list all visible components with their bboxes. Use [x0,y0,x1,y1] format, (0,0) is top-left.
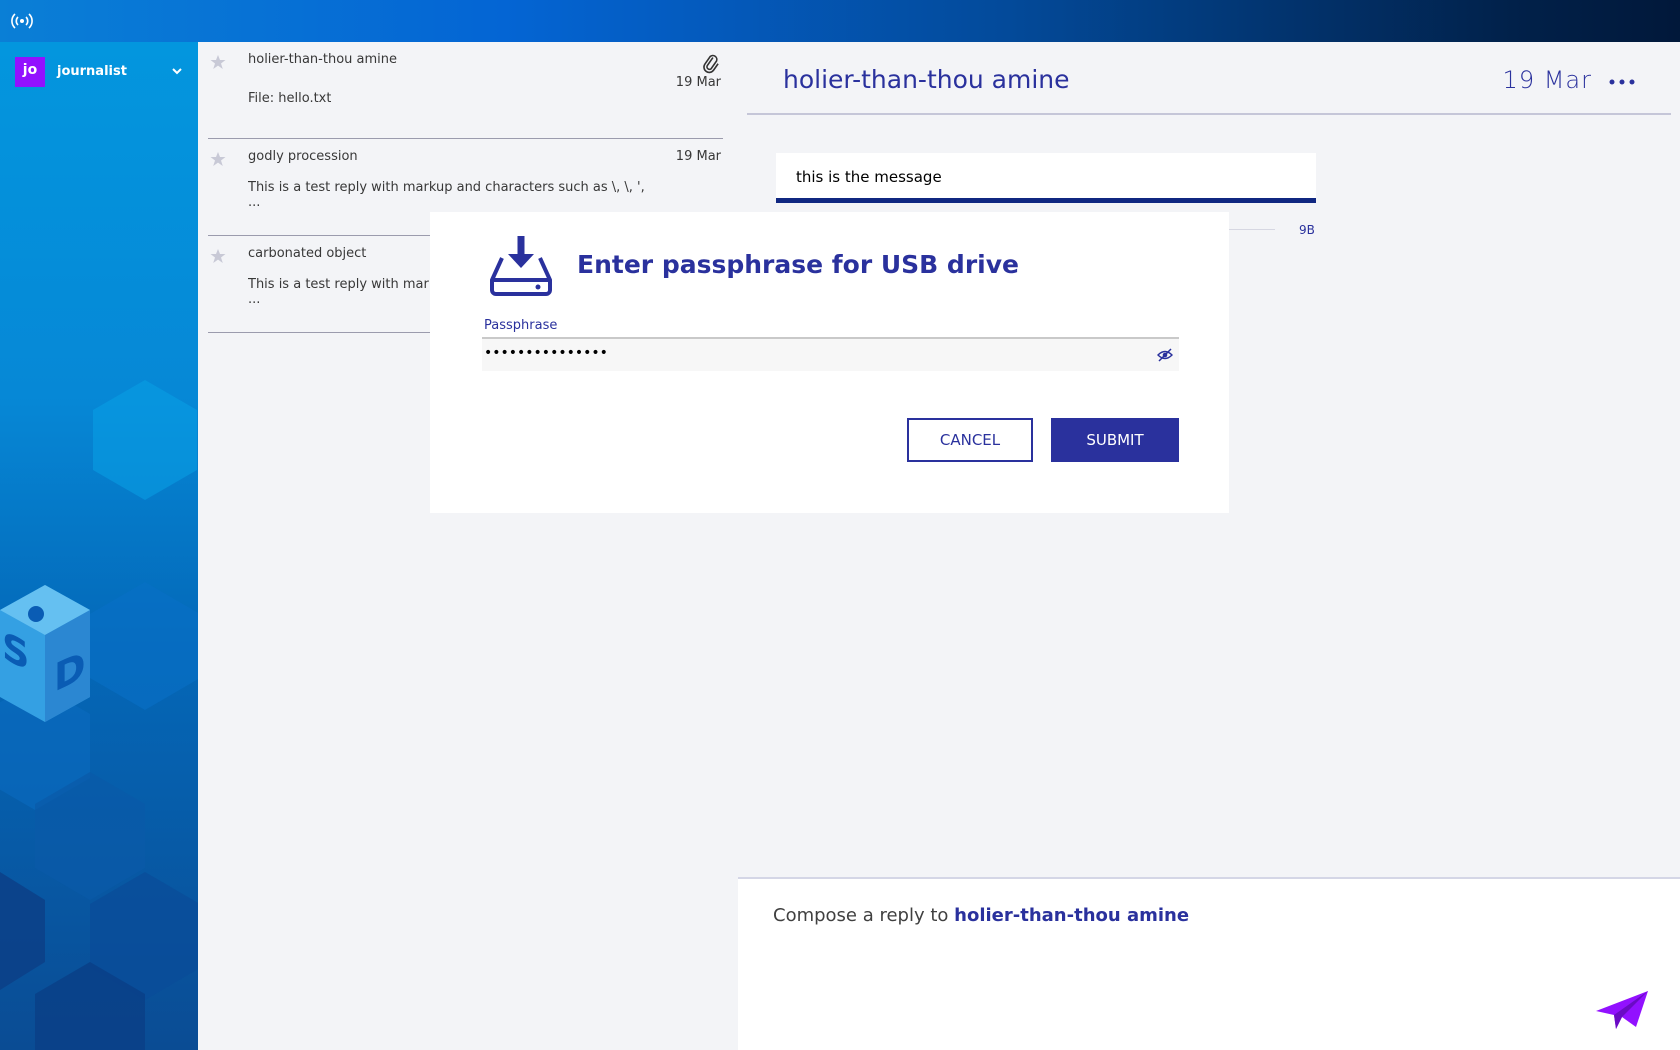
submit-button[interactable]: SUBMIT [1051,418,1179,462]
reply-box[interactable]: Compose a reply to holier-than-thou amin… [738,877,1680,1050]
divider [747,113,1671,115]
source-preview: File: hello.txt [248,91,332,106]
source-item[interactable]: carbonated object This is a test reply w… [208,236,430,333]
hexagon-background: D S [0,380,198,1050]
source-list: holier-than-thou amine 19 Mar File: hell… [198,42,735,1050]
eye-slash-icon[interactable] [1157,347,1173,363]
username: journalist [57,64,127,79]
file-divider [1225,229,1275,230]
more-options-icon[interactable] [1608,78,1636,86]
top-bar [0,0,1680,42]
source-name: holier-than-thou amine [248,52,397,67]
source-preview-more: ... [248,195,261,210]
user-menu[interactable]: jo journalist [0,55,198,87]
source-preview: This is a test reply with markup and cha… [248,180,645,195]
source-date: 19 Mar [675,149,721,164]
star-icon[interactable] [210,54,226,70]
usb-drive-icon [490,236,552,296]
reply-source-name: holier-than-thou amine [954,905,1190,926]
star-icon[interactable] [210,151,226,167]
source-preview-more: ... [248,292,261,307]
passphrase-label: Passphrase [484,318,558,333]
send-icon[interactable] [1594,989,1650,1031]
passphrase-dialog: Enter passphrase for USB drive Passphras… [430,212,1229,513]
star-icon[interactable] [210,248,226,264]
source-name: godly procession [248,149,358,164]
source-name: carbonated object [248,246,367,261]
conversation-view: holier-than-thou amine 19 Mar this is th… [735,42,1680,1050]
sidebar: D S jo journalist [0,42,198,1050]
message-bubble: this is the message [776,153,1316,203]
conversation-title: holier-than-thou amine [783,65,1070,94]
cancel-button[interactable]: CANCEL [907,418,1033,462]
conversation-date: 19 Mar [1502,66,1592,94]
paperclip-icon [703,54,719,74]
reply-prefix: Compose a reply to [773,905,955,926]
source-preview: This is a test reply with mar [248,277,429,292]
passphrase-value: ••••••••••••••• [484,345,608,361]
source-date: 19 Mar [675,75,721,90]
reply-placeholder: Compose a reply to holier-than-thou amin… [773,905,1189,926]
message-text: this is the message [796,168,942,186]
chevron-down-icon[interactable] [170,66,184,76]
antenna-icon[interactable] [10,10,34,32]
dialog-title: Enter passphrase for USB drive [577,250,1019,279]
passphrase-input[interactable]: ••••••••••••••• [482,337,1179,371]
source-item[interactable]: holier-than-thou amine 19 Mar File: hell… [208,42,723,139]
file-size: 9B [1299,223,1315,237]
avatar: jo [15,57,45,87]
